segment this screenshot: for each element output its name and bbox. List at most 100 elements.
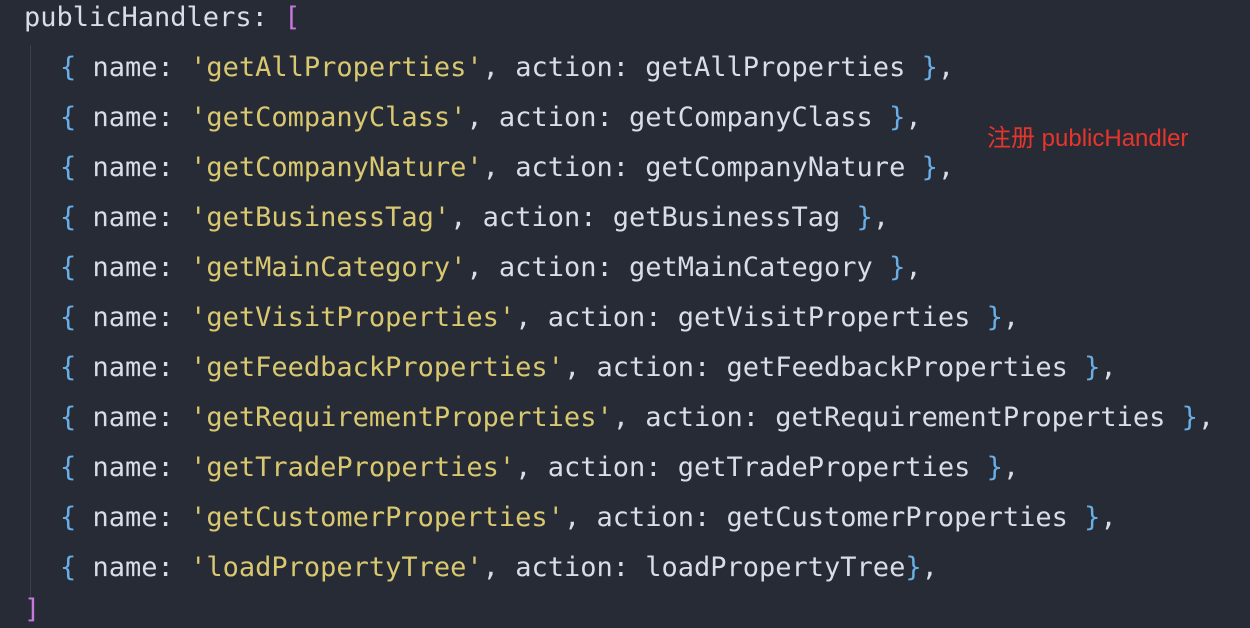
code-line-entry: { name: 'getCustomerProperties', action:… (60, 500, 1117, 536)
name-value: 'loadPropertyTree' (190, 552, 483, 583)
name-value: 'getBusinessTag' (190, 202, 451, 233)
code-line-entry: { name: 'getVisitProperties', action: ge… (60, 300, 1019, 336)
trailing-comma: , (937, 152, 955, 183)
close-brace: } (970, 452, 1003, 483)
code-line-entry: { name: 'getRequirementProperties', acti… (60, 400, 1214, 436)
open-brace: { (60, 352, 93, 383)
trailing-comma: , (872, 202, 890, 233)
comma: , (515, 452, 548, 483)
name-value: 'getFeedbackProperties' (190, 352, 564, 383)
name-value: 'getTradeProperties' (190, 452, 516, 483)
trailing-comma: , (1100, 502, 1117, 533)
code-line-entry: { name: 'getBusinessTag', action: getBus… (60, 200, 889, 236)
comma: , (563, 352, 597, 383)
code-line-entry: { name: 'getTradeProperties', action: ge… (60, 450, 1019, 486)
code-line-entry: { name: 'getCompanyNature', action: getC… (60, 150, 954, 186)
code-line-header: publicHandlers: [ (24, 0, 300, 36)
name-value: 'getMainCategory' (190, 252, 467, 283)
trailing-comma: , (905, 252, 922, 283)
name-key: name: (92, 202, 191, 233)
action-value: getFeedbackProperties (726, 352, 1068, 383)
name-key: name: (92, 52, 191, 83)
action-value: getVisitProperties (677, 302, 971, 333)
action-key: action: (596, 352, 727, 383)
name-key: name: (92, 102, 191, 133)
open-brace: { (60, 552, 93, 583)
close-brace: } (905, 152, 938, 183)
indent-guide (30, 45, 31, 600)
open-brace: { (60, 402, 93, 433)
action-value: getTradeProperties (677, 452, 971, 483)
name-value: 'getCompanyClass' (190, 102, 467, 133)
open-brace: { (60, 202, 93, 233)
open-brace: { (60, 302, 93, 333)
name-value: 'getAllProperties' (190, 52, 483, 83)
action-value: getMainCategory (628, 252, 873, 283)
name-value: 'getCompanyNature' (190, 152, 483, 183)
close-brace: } (872, 252, 906, 283)
name-key: name: (92, 302, 191, 333)
action-value: getCompanyNature (645, 152, 906, 183)
name-key: name: (92, 502, 191, 533)
trailing-comma: , (905, 102, 922, 133)
trailing-comma: , (1002, 302, 1020, 333)
action-key: action: (498, 102, 629, 133)
action-key: action: (547, 452, 678, 483)
action-key: action: (547, 302, 678, 333)
comma: , (482, 52, 516, 83)
comma: , (612, 402, 646, 433)
trailing-comma: , (937, 52, 955, 83)
action-value: getCompanyClass (628, 102, 873, 133)
comma: , (466, 252, 499, 283)
code-line-entry: { name: 'getMainCategory', action: getMa… (60, 250, 922, 286)
open-brace: { (60, 52, 93, 83)
action-value: loadPropertyTree (645, 552, 906, 583)
open-brace: { (60, 252, 93, 283)
name-key: name: (92, 552, 191, 583)
code-line-entry: { name: 'loadPropertyTree', action: load… (60, 550, 938, 586)
name-key: name: (92, 152, 191, 183)
open-brace: { (60, 452, 93, 483)
annotation-label: 注册 publicHandler (987, 125, 1189, 152)
close-brace: } (905, 552, 922, 583)
close-bracket: ] (24, 594, 41, 625)
close-brace: } (872, 102, 906, 133)
action-value: getAllProperties (645, 52, 906, 83)
action-key: action: (498, 252, 629, 283)
name-key: name: (92, 452, 191, 483)
close-brace: } (905, 52, 938, 83)
close-brace: } (1165, 402, 1198, 433)
action-key: action: (515, 152, 646, 183)
action-key: action: (482, 202, 613, 233)
trailing-comma: , (1100, 352, 1117, 383)
code-line-footer: ] (24, 592, 40, 628)
action-key: action: (515, 552, 646, 583)
code-editor: publicHandlers: [ { name: 'getAllPropert… (0, 0, 1250, 625)
action-key: action: (596, 502, 727, 533)
header-colon: : (251, 2, 285, 33)
close-brace: } (840, 202, 873, 233)
comma: , (515, 302, 548, 333)
name-value: 'getVisitProperties' (190, 302, 516, 333)
open-brace: { (60, 102, 93, 133)
comma: , (482, 152, 516, 183)
close-brace: } (1067, 502, 1101, 533)
name-key: name: (92, 252, 191, 283)
close-brace: } (1067, 352, 1101, 383)
trailing-comma: , (921, 552, 938, 583)
action-key: action: (645, 402, 776, 433)
open-bracket: [ (284, 2, 301, 33)
name-value: 'getRequirementProperties' (190, 402, 613, 433)
code-line-entry: { name: 'getCompanyClass', action: getCo… (60, 100, 922, 136)
close-brace: } (970, 302, 1003, 333)
action-value: getRequirementProperties (775, 402, 1166, 433)
action-value: getBusinessTag (612, 202, 841, 233)
name-key: name: (92, 402, 191, 433)
name-key: name: (92, 352, 191, 383)
header-key: publicHandlers (24, 2, 252, 33)
comma: , (563, 502, 597, 533)
trailing-comma: , (1002, 452, 1020, 483)
name-value: 'getCustomerProperties' (190, 502, 564, 533)
open-brace: { (60, 502, 93, 533)
code-line-entry: { name: 'getAllProperties', action: getA… (60, 50, 954, 86)
